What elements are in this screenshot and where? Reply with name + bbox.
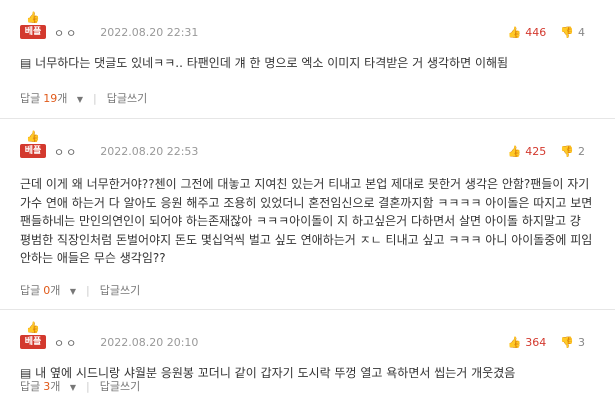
- thumbs-up-icon: 👍: [26, 11, 40, 24]
- downvote-button[interactable]: 👎 4: [560, 26, 585, 39]
- comment-item: 👍 베플 ㅇㅇ 2022.08.20 22:31 👍 446 👎 4 ▤ 너무하…: [0, 0, 615, 119]
- upvote-button[interactable]: 👍 425: [508, 145, 547, 158]
- reply-toggle[interactable]: 답글 19개 ▼: [20, 90, 83, 106]
- vote-group: 👍 446 👎 4: [508, 26, 585, 39]
- write-reply-link[interactable]: 답글쓰기: [107, 90, 147, 106]
- comment-date: 2022.08.20 22:53: [100, 145, 199, 158]
- thumbs-down-icon: 👎: [560, 26, 574, 39]
- downvote-count: 2: [578, 145, 585, 158]
- comment-footer: 답글 0개 ▼ | 답글쓰기: [20, 282, 140, 298]
- caret-down-icon: ▼: [69, 287, 77, 296]
- comment-meta: 👍 베플 ㅇㅇ 2022.08.20 22:53: [20, 131, 198, 161]
- reply-toggle[interactable]: 답글 0개 ▼: [20, 282, 76, 298]
- caret-down-icon: ▼: [76, 95, 84, 104]
- write-reply-link[interactable]: 답글쓰기: [100, 378, 140, 394]
- divider: |: [93, 91, 97, 105]
- downvote-button[interactable]: 👎 3: [560, 336, 585, 349]
- downvote-button[interactable]: 👎 2: [560, 145, 585, 158]
- comment-text: ▤ 너무하다는 댓글도 있네ㅋㅋ.. 타팬인데 걔 한 명으로 엑소 이미지 타…: [20, 56, 509, 70]
- comment-date: 2022.08.20 22:31: [100, 26, 199, 39]
- author-nickname[interactable]: ㅇㅇ: [54, 144, 78, 160]
- upvote-count: 364: [525, 336, 547, 349]
- reply-count: 19: [43, 92, 58, 105]
- comment-footer: 답글 19개 ▼ | 답글쓰기: [20, 90, 147, 106]
- author-nickname[interactable]: ㅇㅇ: [54, 25, 78, 41]
- comment-meta: 👍 베플 ㅇㅇ 2022.08.20 20:10: [20, 322, 198, 352]
- comment-date: 2022.08.20 20:10: [100, 336, 199, 349]
- thumbs-up-icon: 👍: [26, 130, 40, 143]
- comment-footer: 답글 3개 ▼ | 답글쓰기: [20, 378, 140, 394]
- upvote-button[interactable]: 👍 446: [508, 26, 547, 39]
- best-label: 베플: [20, 25, 46, 39]
- upvote-button[interactable]: 👍 364: [508, 336, 547, 349]
- divider: |: [86, 283, 90, 297]
- best-badge: 👍 베플: [20, 12, 46, 42]
- downvote-count: 4: [578, 26, 585, 39]
- upvote-count: 446: [525, 26, 547, 39]
- vote-group: 👍 364 👎 3: [508, 336, 585, 349]
- caret-down-icon: ▼: [69, 383, 77, 392]
- thumbs-up-icon: 👍: [507, 336, 522, 349]
- document-icon: ▤: [20, 56, 36, 70]
- comment-text: 근데 이게 왜 너무한거야??첸이 그전에 대놓고 지여친 있는거 티내고 본업…: [20, 177, 593, 265]
- thumbs-down-icon: 👎: [560, 145, 574, 158]
- thumbs-up-icon: 👍: [507, 26, 522, 39]
- comment-item: 👍 베플 ㅇㅇ 2022.08.20 20:10 👍 364 👎 3 ▤ 내 옆…: [0, 310, 615, 412]
- author-nickname[interactable]: ㅇㅇ: [54, 335, 78, 351]
- best-label: 베플: [20, 335, 46, 349]
- thumbs-up-icon: 👍: [26, 321, 40, 334]
- comment-meta: 👍 베플 ㅇㅇ 2022.08.20 22:31: [20, 12, 198, 42]
- write-reply-link[interactable]: 답글쓰기: [100, 282, 140, 298]
- divider: |: [86, 379, 90, 393]
- downvote-count: 3: [578, 336, 585, 349]
- best-badge: 👍 베플: [20, 322, 46, 352]
- upvote-count: 425: [525, 145, 547, 158]
- best-badge: 👍 베플: [20, 131, 46, 161]
- comment-item: 👍 베플 ㅇㅇ 2022.08.20 22:53 👍 425 👎 2 근데 이게…: [0, 119, 615, 310]
- thumbs-down-icon: 👎: [560, 336, 574, 349]
- reply-toggle[interactable]: 답글 3개 ▼: [20, 378, 76, 394]
- best-label: 베플: [20, 144, 46, 158]
- thumbs-up-icon: 👍: [507, 145, 522, 158]
- vote-group: 👍 425 👎 2: [508, 145, 585, 158]
